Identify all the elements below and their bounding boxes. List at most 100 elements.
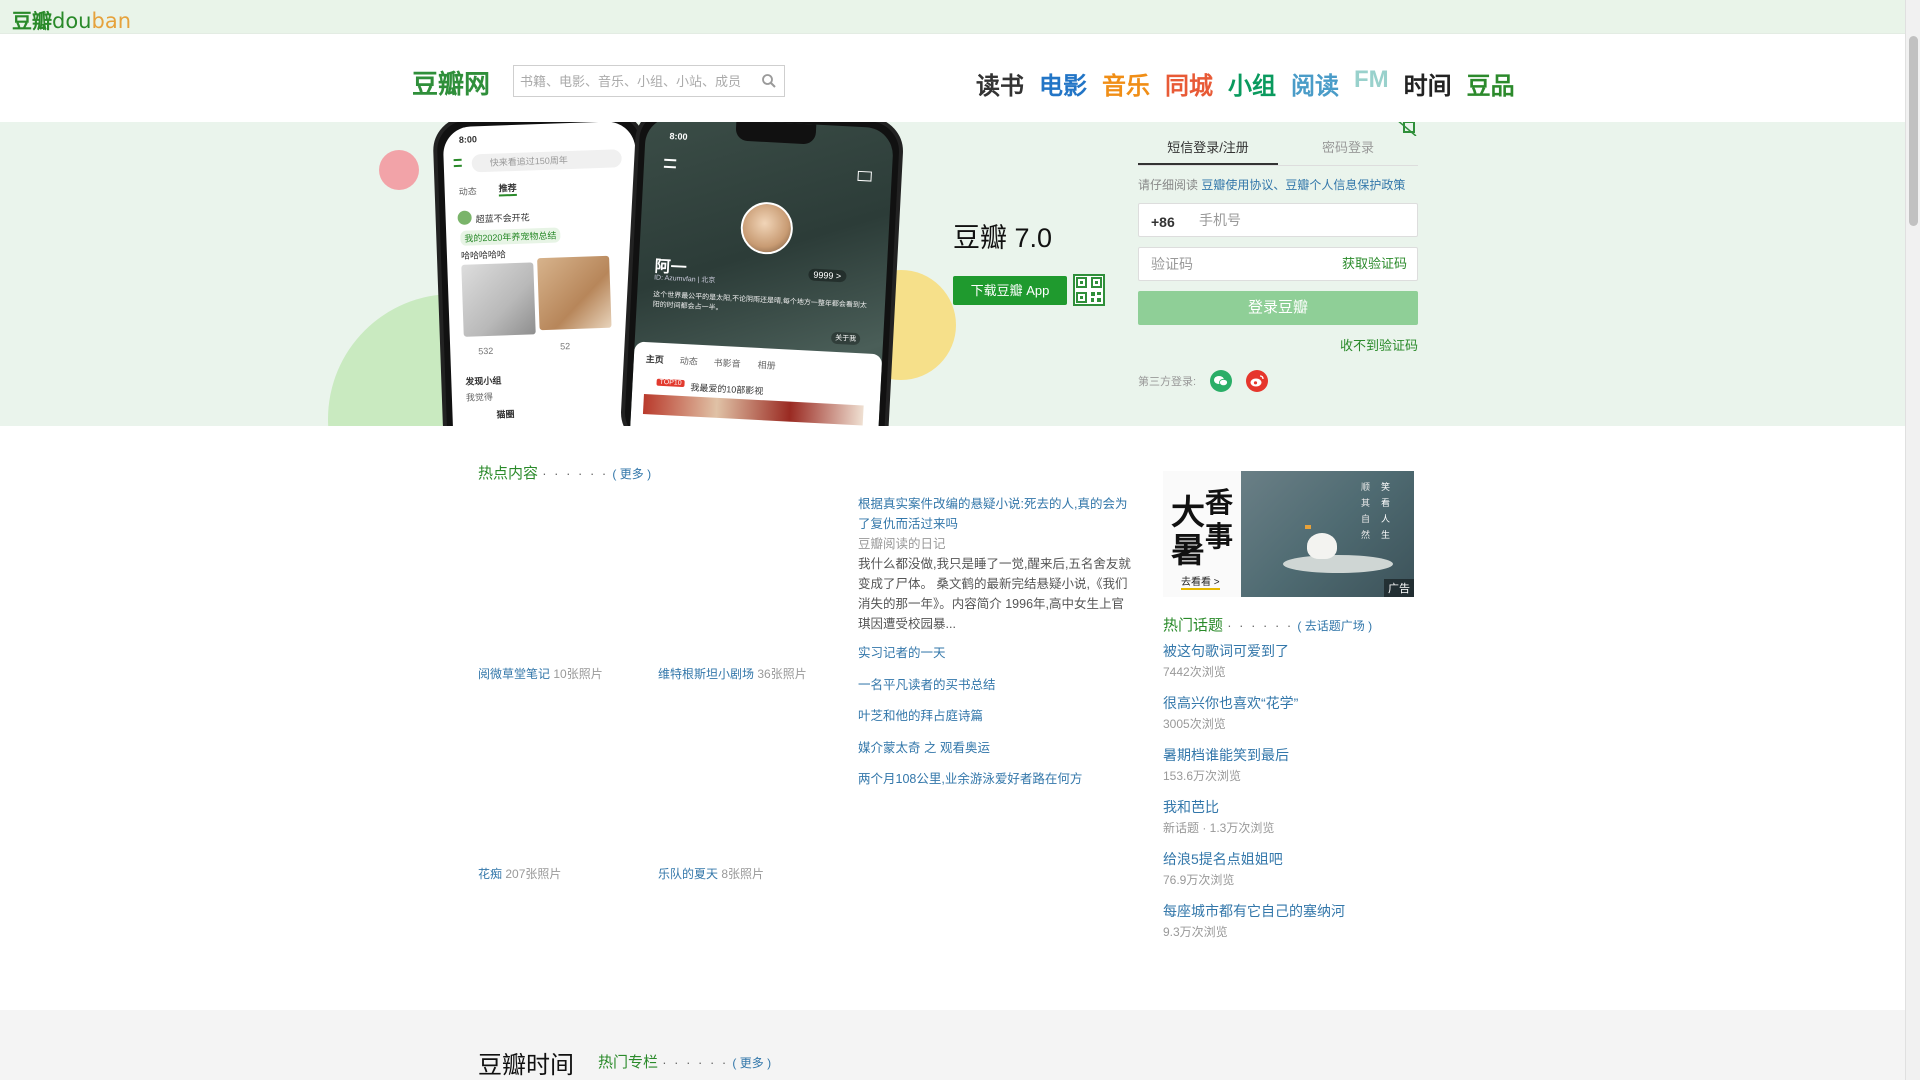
columns-title: 热门专栏 bbox=[598, 1054, 659, 1071]
album-title[interactable]: 维特根斯坦小剧场 bbox=[658, 667, 754, 681]
article-source[interactable]: 豆瓣阅读的日记 bbox=[858, 534, 1132, 554]
nav-item-4[interactable]: 小组 bbox=[1228, 66, 1276, 101]
topic-title[interactable]: 我和芭比 bbox=[1163, 797, 1423, 817]
nav-item-2[interactable]: 音乐 bbox=[1102, 66, 1150, 101]
album-title[interactable]: 阅微草堂笔记 bbox=[478, 667, 550, 681]
phone-field[interactable]: +86 手机号 bbox=[1138, 203, 1418, 237]
ad-tray bbox=[1283, 555, 1393, 573]
album-item[interactable]: 阅微草堂笔记 10张照片 bbox=[478, 665, 603, 682]
topic-item: 被这句歌词可爱到了 7442次浏览 bbox=[1163, 641, 1423, 693]
topic-item: 我和芭比 新话题 · 1.3万次浏览 bbox=[1163, 797, 1423, 849]
nav-item-0[interactable]: 读书 bbox=[976, 66, 1024, 101]
menu-icon bbox=[453, 158, 462, 168]
ad-image-panel: 笑看人生 顺其自然 广告 bbox=[1241, 471, 1414, 597]
nav-item-3[interactable]: 同城 bbox=[1165, 66, 1213, 101]
site-title[interactable]: 豆瓣网 bbox=[412, 64, 490, 101]
topics-header: 热门话题 · · · · · · ( 去话题广场 ) bbox=[1163, 614, 1372, 635]
douban-logo[interactable]: 豆瓣douban bbox=[12, 5, 131, 34]
hot-link[interactable]: 两个月108公里,业余游泳爱好者路在何方 bbox=[858, 768, 1082, 800]
hot-link[interactable]: 媒介蒙太奇 之 观看奥运 bbox=[858, 737, 1082, 769]
topics-more-wrap: ( 去话题广场 ) bbox=[1297, 619, 1373, 633]
album-title[interactable]: 花痴 bbox=[478, 867, 502, 881]
ad-duck-beak bbox=[1305, 525, 1311, 529]
wechat-icon[interactable] bbox=[1210, 370, 1233, 392]
topics-dots: · · · · · · bbox=[1227, 618, 1294, 633]
login-tabs: 短信登录/注册 密码登录 bbox=[1138, 130, 1418, 166]
album-count: 10张照片 bbox=[553, 667, 603, 681]
no-code-link[interactable]: 收不到验证码 bbox=[1138, 335, 1418, 354]
search-box bbox=[513, 65, 785, 97]
scrollbar-thumb[interactable] bbox=[1909, 36, 1918, 226]
country-code-select[interactable]: +86 bbox=[1151, 206, 1175, 238]
login-panel: 短信登录/注册 密码登录 请仔细阅读 豆瓣使用协议、豆瓣个人信息保护政策 +86… bbox=[1138, 122, 1418, 392]
topic-meta: 76.9万次浏览 bbox=[1163, 873, 1235, 887]
topics-more-link[interactable]: 去话题广场 bbox=[1305, 619, 1365, 633]
tab-sms-login[interactable]: 短信登录/注册 bbox=[1138, 130, 1278, 165]
columns-header: 热门专栏 · · · · · · ( 更多 ) bbox=[598, 1051, 771, 1072]
topic-meta: 9.3万次浏览 bbox=[1163, 925, 1228, 939]
topic-title[interactable]: 很高兴你也喜欢“花学” bbox=[1163, 693, 1423, 713]
login-button[interactable]: 登录豆瓣 bbox=[1138, 291, 1418, 325]
hot-link[interactable]: 实习记者的一天 bbox=[858, 642, 1082, 674]
hot-content-more-link[interactable]: 更多 bbox=[620, 467, 644, 481]
nav-item-1[interactable]: 电影 bbox=[1039, 66, 1087, 101]
album-count: 36张照片 bbox=[757, 667, 807, 681]
ad-cta[interactable]: 去看看 > bbox=[1181, 573, 1220, 590]
agreement-prefix: 请仔细阅读 bbox=[1138, 178, 1199, 192]
code-input[interactable]: 验证码 bbox=[1151, 248, 1193, 280]
code-field[interactable]: 验证码 获取验证码 bbox=[1138, 247, 1418, 281]
get-code-link[interactable]: 获取验证码 bbox=[1342, 248, 1407, 280]
ad-label: 广告 bbox=[1384, 579, 1414, 597]
ad-quote-char-2: 事 bbox=[1205, 520, 1234, 553]
article-title[interactable]: 根据真实案件改编的悬疑小说:死去的人,真的会为了复仇而活过来吗 bbox=[858, 494, 1132, 534]
hot-link[interactable]: 一名平凡读者的买书总结 bbox=[858, 674, 1082, 706]
cat-photo-1 bbox=[461, 262, 536, 337]
topic-item: 每座城市都有它自己的塞纳河 9.3万次浏览 bbox=[1163, 901, 1423, 953]
agreement-text: 请仔细阅读 豆瓣使用协议、豆瓣个人信息保护政策 bbox=[1138, 176, 1418, 193]
album-item[interactable]: 维特根斯坦小剧场 36张照片 bbox=[658, 665, 807, 682]
ad-big-char-2: 暑 bbox=[1171, 531, 1205, 571]
phone-tab-recommend: 推荐 bbox=[498, 180, 517, 197]
album-title[interactable]: 乐队的夏天 bbox=[658, 867, 718, 881]
topic-title[interactable]: 被这句歌词可爱到了 bbox=[1163, 641, 1423, 661]
qr-code-icon[interactable] bbox=[1073, 274, 1105, 306]
search-icon[interactable] bbox=[760, 72, 778, 90]
album-item[interactable]: 花痴 207张照片 bbox=[478, 865, 561, 882]
topic-item: 给浪5提名点姐姐吧 76.9万次浏览 bbox=[1163, 849, 1423, 901]
hero-banner: 8:00 快来看追过150周年 动态 推荐 超蓝不会开花 我的2020年养宠物总… bbox=[0, 122, 1905, 426]
topic-item: 暑期档谁能笑到最后 153.6万次浏览 bbox=[1163, 745, 1423, 797]
qr-login-corner-icon[interactable] bbox=[1388, 122, 1418, 136]
topic-title[interactable]: 暑期档谁能笑到最后 bbox=[1163, 745, 1423, 765]
nav-item-6[interactable]: FM bbox=[1354, 66, 1389, 101]
agreement-links[interactable]: 豆瓣使用协议、豆瓣个人信息保护政策 bbox=[1201, 178, 1405, 192]
phone-tab-feed: 动态 bbox=[458, 186, 477, 197]
topics-title: 热门话题 bbox=[1163, 617, 1224, 634]
user-avatar bbox=[457, 210, 472, 225]
nav-item-8[interactable]: 豆品 bbox=[1467, 66, 1515, 101]
profile-card: 主页 动态 书影音 相册 TOP10 我最爱的10部影视 bbox=[628, 341, 883, 426]
phone-input[interactable]: 手机号 bbox=[1199, 204, 1241, 236]
search-input[interactable] bbox=[514, 66, 754, 96]
phone-badge: 我的2020年养宠物总结 bbox=[460, 227, 561, 246]
album-count: 8张照片 bbox=[721, 867, 765, 881]
deco-circle-pink bbox=[379, 150, 419, 190]
columns-more-link[interactable]: 更多 bbox=[740, 1056, 764, 1070]
profile-tab-media: 书影音 bbox=[713, 357, 741, 369]
ad-banner[interactable]: 大 暑 香 事 去看看 > 笑看人生 顺其自然 广告 bbox=[1163, 471, 1414, 597]
topic-item: 很高兴你也喜欢“花学” 3005次浏览 bbox=[1163, 693, 1423, 745]
weibo-icon[interactable] bbox=[1246, 370, 1269, 392]
top10-text: 我最爱的10部影视 bbox=[690, 382, 764, 397]
nav-item-5[interactable]: 阅读 bbox=[1291, 66, 1339, 101]
hot-link[interactable]: 叶芝和他的拜占庭诗篇 bbox=[858, 705, 1082, 737]
columns-more-wrap: ( 更多 ) bbox=[732, 1056, 772, 1070]
app-title: 豆瓣 7.0 bbox=[953, 223, 1053, 253]
featured-article: 根据真实案件改编的悬疑小说:死去的人,真的会为了复仇而活过来吗 豆瓣阅读的日记 … bbox=[858, 494, 1132, 634]
page-scrollbar[interactable] bbox=[1905, 0, 1920, 1080]
topic-title[interactable]: 给浪5提名点姐姐吧 bbox=[1163, 849, 1423, 869]
topic-title[interactable]: 每座城市都有它自己的塞纳河 bbox=[1163, 901, 1423, 921]
nav-item-7[interactable]: 时间 bbox=[1404, 66, 1452, 101]
album-item[interactable]: 乐队的夏天 8张照片 bbox=[658, 865, 764, 882]
topic-meta: 7442次浏览 bbox=[1163, 665, 1226, 679]
download-app-button[interactable]: 下载豆瓣 App bbox=[953, 276, 1067, 305]
profile-follow: 关于我 bbox=[830, 331, 861, 346]
